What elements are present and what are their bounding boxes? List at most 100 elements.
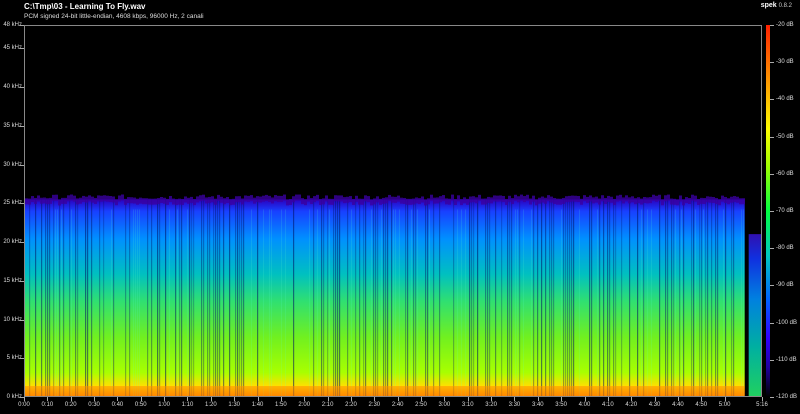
- freq-tick: [20, 87, 24, 88]
- freq-tick: [20, 164, 24, 166]
- app-label: spek 0.8.2: [761, 2, 792, 9]
- db-tick-label: -100 dB: [776, 319, 798, 326]
- time-tick-label: 0:00: [18, 402, 30, 408]
- db-tick-label: -120 dB: [776, 394, 798, 400]
- db-tick-label: -80 dB: [776, 245, 794, 252]
- freq-tick: [20, 280, 24, 282]
- db-tick: [770, 397, 774, 398]
- time-tick-label: 5:00: [718, 402, 731, 408]
- time-tick: [762, 397, 763, 401]
- time-tick-label: 5:16: [756, 402, 768, 408]
- time-tick: [631, 397, 633, 401]
- db-tick-label: -90 dB: [776, 282, 794, 289]
- freq-tick: [20, 125, 24, 127]
- freq-tick: [20, 242, 24, 243]
- time-tick-label: 2:50: [415, 402, 427, 408]
- db-tick: [770, 248, 774, 250]
- freq-tick: [20, 48, 24, 50]
- time-tick: [280, 397, 282, 401]
- time-tick-label: 3:10: [461, 402, 474, 408]
- db-tick: [770, 99, 774, 101]
- time-tick-label: 0:30: [88, 402, 100, 408]
- db-tick: [770, 25, 774, 26]
- time-tick: [350, 397, 352, 401]
- db-tick-label: -60 dB: [776, 170, 794, 177]
- time-tick: [561, 397, 563, 401]
- freq-tick: [20, 203, 24, 205]
- time-tick: [24, 397, 25, 401]
- time-tick-label: 1:40: [251, 402, 264, 408]
- time-tick: [70, 397, 72, 401]
- time-tick-label: 1:50: [275, 402, 287, 408]
- freq-tick: [20, 25, 24, 26]
- db-tick-label: -110 dB: [776, 356, 797, 363]
- freq-tick: [20, 319, 24, 321]
- time-tick-label: 2:00: [298, 402, 311, 408]
- time-tick-label: 3:40: [531, 402, 544, 408]
- time-tick-label: 4:00: [578, 402, 591, 408]
- time-tick: [584, 397, 586, 401]
- time-tick-label: 0:10: [41, 402, 54, 408]
- db-tick: [770, 211, 774, 212]
- db-tick-label: -70 dB: [776, 208, 794, 214]
- time-tick: [140, 397, 142, 401]
- time-tick: [304, 397, 306, 401]
- time-tick-label: 4:40: [672, 402, 684, 408]
- time-tick-label: 4:30: [648, 402, 661, 408]
- freq-tick: [20, 358, 24, 360]
- time-tick-label: 2:10: [321, 402, 334, 408]
- time-tick-label: 3:00: [438, 402, 451, 408]
- time-tick: [374, 397, 376, 401]
- time-tick-label: 2:40: [391, 402, 404, 408]
- db-tick: [770, 322, 774, 324]
- time-tick-label: 3:20: [485, 402, 497, 408]
- time-tick: [187, 397, 189, 401]
- time-tick: [234, 397, 236, 401]
- time-tick-label: 4:20: [625, 402, 638, 408]
- time-tick-label: 2:30: [368, 402, 381, 408]
- time-tick: [654, 397, 656, 401]
- time-tick: [677, 397, 679, 401]
- time-tick: [421, 397, 423, 401]
- spectrogram-image: [25, 194, 761, 396]
- time-tick-label: 0:50: [134, 402, 147, 408]
- time-tick-label: 1:20: [204, 402, 217, 408]
- db-tick: [770, 62, 774, 64]
- time-tick-label: 1:30: [228, 402, 241, 408]
- time-tick: [537, 397, 539, 401]
- db-tick-label: -40 dB: [776, 96, 794, 103]
- time-tick-label: 2:20: [345, 402, 357, 408]
- app-version: 0.8.2: [778, 3, 792, 9]
- time-tick: [210, 397, 212, 401]
- spectrogram-plot[interactable]: [24, 25, 762, 397]
- db-tick: [770, 285, 774, 287]
- db-tick: [770, 136, 774, 138]
- time-tick: [514, 397, 516, 401]
- time-tick: [444, 397, 446, 401]
- db-tick-label: -20 dB: [776, 22, 794, 28]
- db-tick: [770, 173, 774, 175]
- time-tick: [607, 397, 609, 401]
- time-tick: [327, 397, 329, 401]
- time-tick: [397, 397, 399, 401]
- db-tick: [770, 359, 774, 361]
- time-tick-label: 1:10: [181, 402, 194, 408]
- db-tick-label: -50 dB: [776, 133, 794, 140]
- file-title: C:\Tmp\03 - Learning To Fly.wav: [24, 2, 146, 11]
- time-tick: [117, 397, 119, 401]
- time-tick-label: 0:20: [64, 402, 77, 408]
- time-tick: [701, 397, 703, 401]
- time-tick: [491, 397, 493, 401]
- time-tick-label: 3:50: [555, 402, 567, 408]
- time-tick-label: 4:50: [695, 402, 708, 408]
- time-tick: [467, 397, 469, 401]
- db-tick-label: -30 dB: [776, 59, 794, 66]
- stream-info: PCM signed 24-bit little-endian, 4608 kb…: [24, 13, 204, 20]
- time-tick: [47, 397, 49, 401]
- time-tick: [724, 397, 726, 401]
- time-tick: [94, 397, 96, 401]
- time-tick-label: 0:40: [111, 402, 124, 408]
- time-tick-label: 4:10: [602, 402, 614, 408]
- time-tick-label: 1:00: [158, 402, 170, 408]
- app-name: spek: [760, 2, 777, 9]
